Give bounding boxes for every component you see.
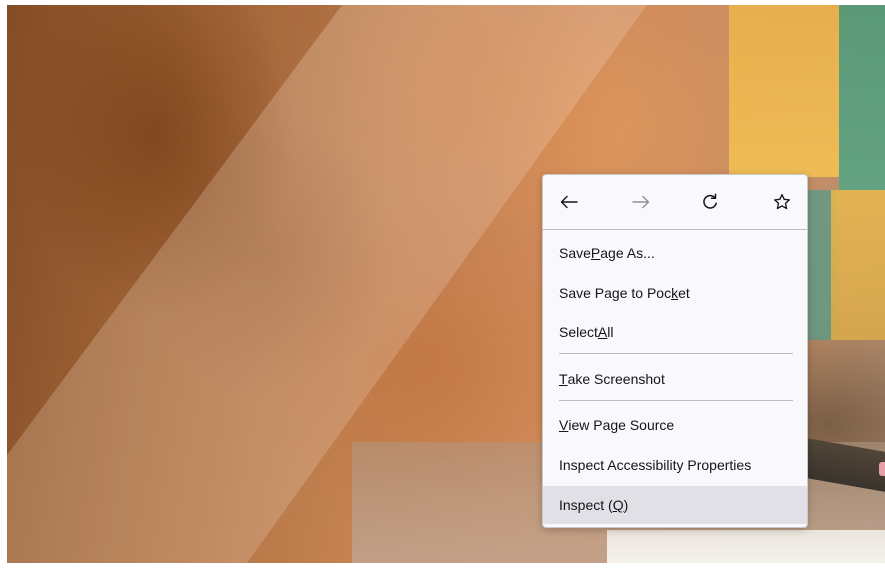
menu-item-label: )	[623, 497, 629, 513]
separator	[543, 229, 807, 230]
access-key: V	[559, 417, 569, 433]
separator	[559, 353, 793, 354]
menu-item-save-page-as[interactable]: Save Page As...	[543, 234, 807, 272]
access-key: T	[559, 371, 568, 387]
bookmark-button[interactable]	[765, 186, 799, 218]
menu-item-label: iew Page Source	[568, 417, 675, 433]
menu-item-view-page-source[interactable]: View Page Source	[543, 406, 807, 444]
arrow-left-icon	[560, 195, 578, 209]
menu-item-label: age As...	[600, 245, 655, 261]
menu-item-label: Save Page to Poc	[559, 285, 672, 301]
context-menu: Save Page As... Save Page to Poc k et Sele…	[542, 174, 808, 528]
access-key: k	[671, 285, 679, 301]
menu-item-label: et	[678, 285, 690, 301]
reload-icon	[703, 193, 717, 209]
menu-item-label: ll	[607, 324, 614, 340]
forward-button[interactable]	[624, 186, 658, 218]
navigation-row	[543, 175, 807, 229]
menu-item-label: Select	[559, 324, 598, 340]
menu-item-label: Inspect (	[559, 497, 613, 513]
menu-item-inspect-accessibility[interactable]: Inspect Accessibility Properties	[543, 446, 807, 484]
menu-item-take-screenshot[interactable]: Take Screenshot	[543, 360, 807, 398]
screen: Save Page As... Save Page to Poc k et Sele…	[0, 0, 885, 568]
access-key: A	[597, 324, 608, 340]
star-outline-icon	[774, 193, 790, 210]
menu-item-label: Inspect Accessibility Properties	[559, 457, 752, 473]
menu-item-select-all[interactable]: Select All	[543, 313, 807, 351]
access-key: P	[590, 245, 601, 261]
arrow-right-icon	[632, 195, 650, 209]
menu-item-inspect[interactable]: Inspect (Q)	[543, 486, 807, 524]
reload-button[interactable]	[693, 186, 727, 218]
menu-item-save-to-pocket[interactable]: Save Page to Poc k et	[543, 274, 807, 312]
separator	[559, 400, 793, 401]
menu-item-label: Save	[559, 245, 591, 261]
access-key: Q	[612, 497, 624, 513]
menu-item-label: ake Screenshot	[567, 371, 665, 387]
back-button[interactable]	[552, 186, 586, 218]
